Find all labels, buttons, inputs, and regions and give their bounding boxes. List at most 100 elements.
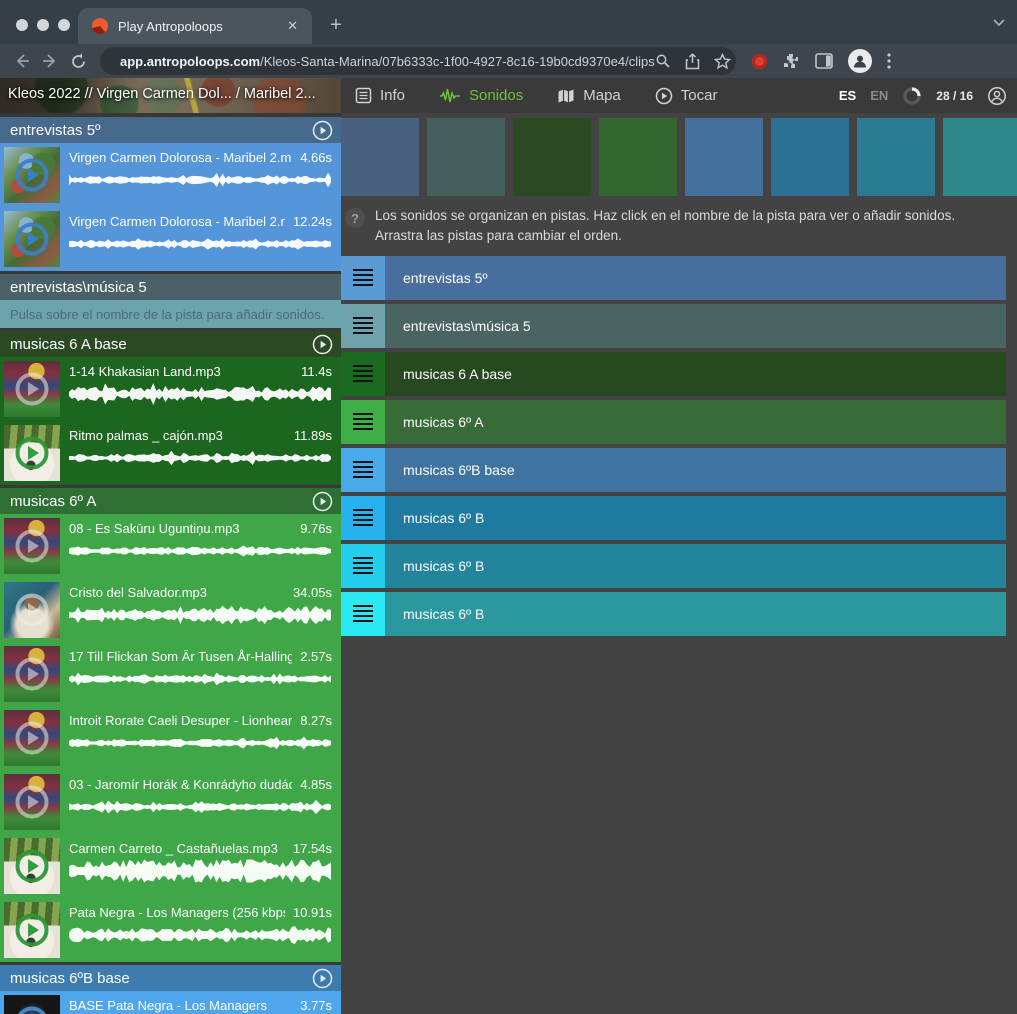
track-row-name[interactable]: musicas 6º B [385,496,1006,540]
window-controls[interactable] [16,19,70,31]
lang-es-button[interactable]: ES [839,88,856,103]
breadcrumb[interactable]: Kleos 2022 // Virgen Carmen Dol... / Mar… [8,86,316,102]
clip-play-overlay-icon[interactable] [14,592,50,628]
track-row-label: musicas 6º B [403,510,484,526]
track-color-tile[interactable] [341,118,419,196]
tabstrip-chevron-icon[interactable] [991,14,1007,30]
track-row-name[interactable]: musicas 6º B [385,592,1006,636]
track-drag-handle[interactable] [341,592,385,636]
reload-button[interactable] [64,47,92,75]
address-bar[interactable]: app.antropoloops.com/Kleos-Santa-Marina/… [100,47,736,75]
clip-duration: 4.66s [300,150,332,165]
clip-play-overlay-icon[interactable] [14,528,50,564]
clip-row[interactable]: 17 Till Flickan Som Är Tusen År-Halling … [0,642,341,706]
clip-row[interactable]: Virgen Carmen Dolorosa - Maribel 2.mp34.… [0,143,341,207]
track-color-tile[interactable] [427,118,505,196]
tab-tocar[interactable]: Tocar [655,87,718,105]
track-drag-handle[interactable] [341,496,385,540]
track-drag-handle[interactable] [341,256,385,300]
track-color-tile[interactable] [599,118,677,196]
track-header[interactable]: musicas 6º A [0,488,341,514]
clip-row[interactable]: 1-14 Khakasian Land.mp311.4s [0,357,341,421]
track-drag-handle[interactable] [341,352,385,396]
browser-menu-icon[interactable] [887,53,891,69]
window-minimize-button[interactable] [37,19,49,31]
tab-mapa[interactable]: Mapa [557,87,621,104]
track-color-tile[interactable] [771,118,849,196]
track-header[interactable]: musicas 6ºB base [0,965,341,991]
clip-row[interactable]: Ritmo palmas _ cajón.mp311.89s [0,421,341,485]
track-color-tile[interactable] [513,118,591,196]
play-track-icon[interactable] [312,120,333,141]
tab-mapa-label: Mapa [583,87,621,104]
play-track-icon[interactable] [312,491,333,512]
share-icon[interactable] [685,53,700,70]
tab-info[interactable]: Info [355,87,405,104]
tab-sonidos[interactable]: Sonidos [439,87,523,104]
clip-row[interactable]: Pata Negra - Los Managers (256 kbps).mp3… [0,898,341,962]
lang-en-button[interactable]: EN [870,88,888,103]
clip-row[interactable]: BASE Pata Negra - Los Managers3.77s [0,991,341,1014]
clip-play-overlay-icon[interactable] [14,371,50,407]
tab-close-icon[interactable]: ✕ [283,16,302,36]
extensions-puzzle-icon[interactable] [782,52,800,70]
profile-avatar[interactable] [848,49,872,73]
track-drag-handle[interactable] [341,448,385,492]
track-drag-handle[interactable] [341,544,385,588]
track-header[interactable]: musicas 6 A base [0,331,341,357]
track-clips: BASE Pata Negra - Los Managers3.77s [0,991,341,1014]
recorder-extension-icon[interactable] [752,54,767,69]
zoom-page-icon[interactable] [655,53,671,69]
clip-play-overlay-icon[interactable] [14,656,50,692]
new-tab-button[interactable]: + [322,11,350,39]
clip-play-overlay-icon[interactable] [14,784,50,820]
track-color-tile[interactable] [943,118,1017,196]
side-panel-icon[interactable] [815,53,833,69]
track-row-name[interactable]: entrevistas 5º [385,256,1006,300]
clip-thumbnail [4,582,60,638]
clip-play-overlay-icon[interactable] [14,848,50,884]
track-header[interactable]: entrevistas 5º [0,117,341,143]
forward-button[interactable] [36,47,64,75]
clip-play-overlay-icon[interactable] [14,720,50,756]
clip-row[interactable]: Carmen Carreto _ Castañuelas.mp317.54s [0,834,341,898]
clip-thumbnail [4,995,60,1014]
back-button[interactable] [8,47,36,75]
track-row-name[interactable]: musicas 6º A [385,400,1006,444]
clip-row[interactable]: 08 - Es Sakūru Uguntiņu.mp39.76s [0,514,341,578]
clip-play-overlay-icon[interactable] [14,221,50,257]
clip-row[interactable]: 03 - Jaromír Horák & Konrádyho dudácká .… [0,770,341,834]
clip-title: Introit Rorate Caeli Desuper - Lionheart… [69,713,292,728]
window-maximize-button[interactable] [58,19,70,31]
browser-tab[interactable]: Play Antropoloops ✕ [78,8,312,44]
clip-play-overlay-icon[interactable] [14,912,50,948]
clip-play-overlay-icon[interactable] [14,435,50,471]
bookmark-star-icon[interactable] [714,53,731,70]
clip-play-overlay-icon[interactable] [14,157,50,193]
play-track-icon[interactable] [312,968,333,989]
track-header[interactable]: entrevistas\música 5 [0,274,341,300]
window-close-button[interactable] [16,19,28,31]
track-row-name[interactable]: musicas 6º B [385,544,1006,588]
clip-row[interactable]: Introit Rorate Caeli Desuper - Lionheart… [0,706,341,770]
track-row-name[interactable]: musicas 6 A base [385,352,1006,396]
play-track-icon[interactable] [312,334,333,355]
clip-row[interactable]: Cristo del Salvador.mp334.05s [0,578,341,642]
clip-waveform [69,382,332,406]
clip-title: Pata Negra - Los Managers (256 kbps).mp3 [69,905,285,920]
clip-row[interactable]: Virgen Carmen Dolorosa - Maribel 2.mp312… [0,207,341,271]
sidebar-track: musicas 6ºB baseBASE Pata Negra - Los Ma… [0,965,341,1014]
account-icon[interactable] [987,86,1007,106]
track-drag-handle[interactable] [341,304,385,348]
track-color-tile[interactable] [857,118,935,196]
track-drag-handle[interactable] [341,400,385,444]
clip-waveform [69,731,332,755]
clip-title: Ritmo palmas _ cajón.mp3 [69,428,223,443]
track-color-tile[interactable] [685,118,763,196]
track-row-name[interactable]: musicas 6ºB base [385,448,1006,492]
clip-waveform [69,667,332,691]
clip-play-overlay-icon[interactable] [14,1005,50,1014]
clip-duration: 8.27s [300,713,332,728]
track-row-name[interactable]: entrevistas\música 5 [385,304,1006,348]
track-row: musicas 6ºB base [341,448,1006,492]
